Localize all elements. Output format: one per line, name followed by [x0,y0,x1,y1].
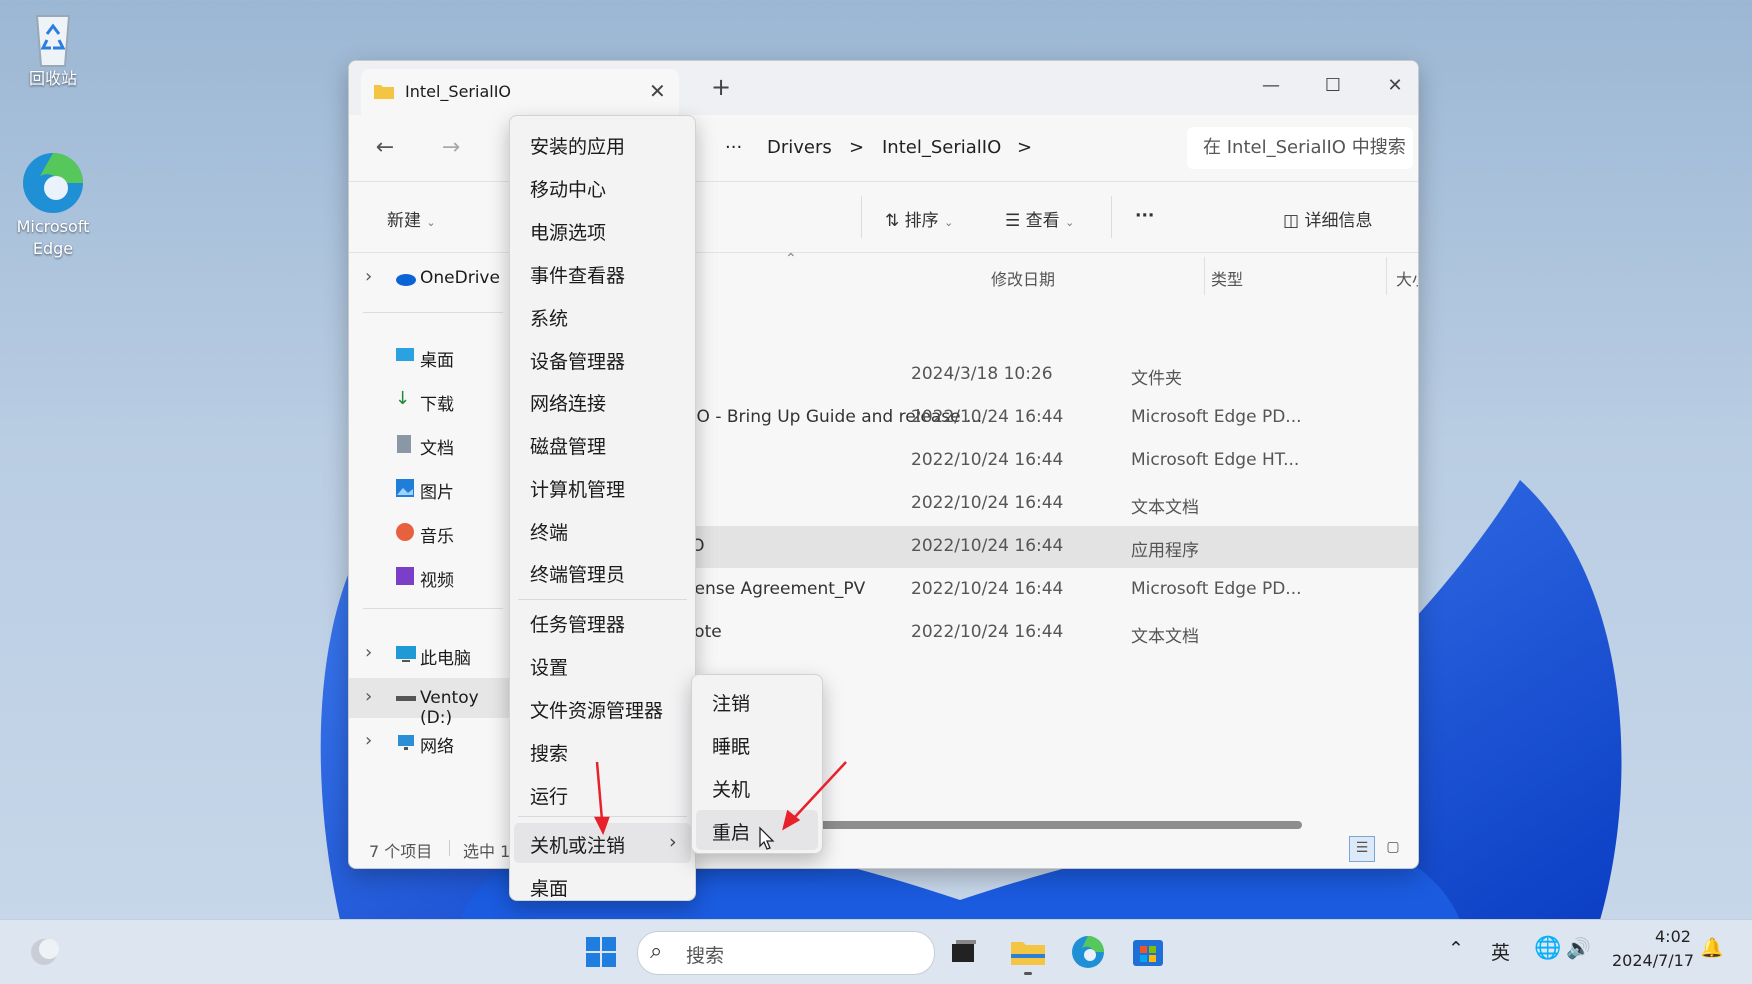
taskbar: ⌕ 搜索 ⌃ 英 🌐 🔊 4:02 2024/7/17 🔔 [0,919,1752,984]
ime-indicator[interactable]: 英 [1491,938,1510,965]
widgets-icon[interactable] [26,932,66,972]
edge-taskbar-icon[interactable] [1068,932,1108,972]
clock-date[interactable]: 2024/7/17 [1612,951,1694,970]
store-taskbar-icon[interactable] [1128,932,1168,972]
start-button[interactable] [581,932,621,972]
active-indicator [1024,972,1032,975]
clock-time[interactable]: 4:02 [1655,927,1691,946]
taskbar-search-input[interactable]: ⌕ 搜索 [637,931,935,975]
taskbar-search-placeholder: 搜索 [686,945,725,967]
file-explorer-taskbar-icon[interactable] [1008,932,1048,975]
mouse-cursor-icon [759,826,775,850]
task-view-icon[interactable] [944,932,984,972]
notification-icon[interactable]: 🔔 [1700,936,1724,959]
show-hidden-icons-button[interactable]: ⌃ [1448,938,1464,960]
annotation-arrows [475,761,847,948]
network-icon[interactable]: 🌐 [1534,936,1561,961]
search-icon: ⌕ [650,939,663,964]
volume-icon[interactable]: 🔊 [1566,936,1591,960]
